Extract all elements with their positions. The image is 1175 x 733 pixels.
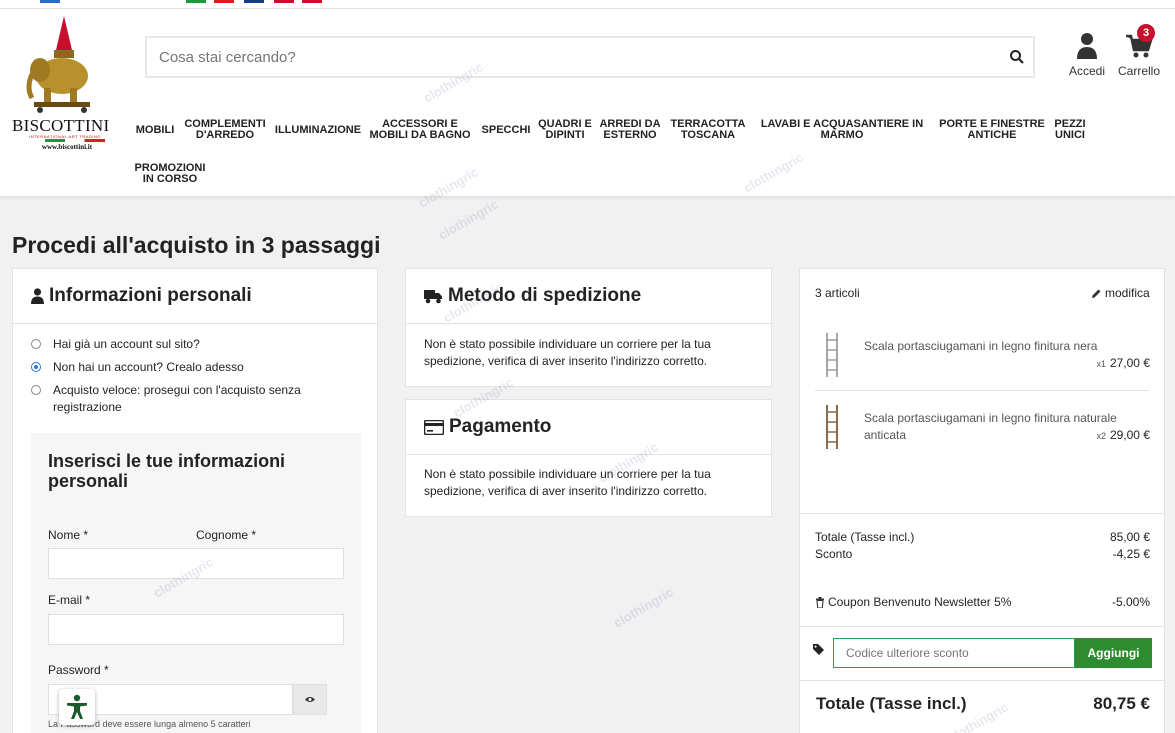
product-price: x2 29,00 € bbox=[1060, 428, 1150, 442]
account-label: Accedi bbox=[1068, 64, 1106, 78]
flag-icon[interactable] bbox=[186, 0, 206, 3]
radio-guest[interactable] bbox=[31, 385, 41, 395]
promo-code-input[interactable] bbox=[833, 638, 1075, 668]
name-label: Nome * bbox=[48, 528, 89, 542]
product-name[interactable]: Scala portasciugamani in legno finitura … bbox=[864, 338, 1134, 355]
ladder-natural-thumbnail bbox=[826, 405, 838, 449]
nav-item-lavabi[interactable]: LAVABI E ACQUASANTIERE IN MARMO bbox=[757, 119, 927, 141]
cart-count-badge: 3 bbox=[1137, 24, 1155, 42]
personal-info-header[interactable]: Informazioni personali bbox=[13, 269, 377, 324]
edit-cart-label: modifica bbox=[1105, 286, 1150, 300]
language-strip bbox=[0, 0, 1175, 9]
shipping-message: Non è stato possibile individuare un cor… bbox=[424, 337, 711, 368]
nav-item-terracotta[interactable]: TERRACOTTA TOSCANA bbox=[668, 119, 748, 141]
search-box bbox=[145, 36, 1035, 78]
eye-icon bbox=[305, 697, 315, 702]
coupon-label: Coupon Benvenuto Newsletter 5% bbox=[828, 595, 1012, 609]
nav-item-arredi-esterno[interactable]: ARREDI DA ESTERNO bbox=[597, 119, 663, 141]
personal-info-card: Informazioni personali Hai già un accoun… bbox=[12, 268, 378, 733]
flag-icon[interactable] bbox=[40, 0, 60, 3]
logo-name: BISCOTTINI bbox=[12, 116, 110, 135]
elephant-logo-icon bbox=[26, 16, 90, 113]
accessibility-button[interactable] bbox=[59, 689, 95, 725]
coupon-row: Coupon Benvenuto Newsletter 5% bbox=[815, 595, 1011, 609]
nav-item-illuminazione[interactable]: ILLUMINAZIONE bbox=[274, 125, 362, 136]
password-label: Password * bbox=[48, 663, 109, 677]
add-promo-button[interactable]: Aggiungi bbox=[1075, 638, 1152, 668]
trash-icon[interactable] bbox=[815, 596, 825, 608]
email-label: E-mail * bbox=[48, 593, 91, 607]
watermark: clothingric bbox=[610, 584, 676, 631]
coupon-value: -5.00% bbox=[1111, 595, 1150, 609]
accessibility-icon bbox=[67, 694, 87, 719]
subtotal-label: Totale (Tasse incl.) bbox=[815, 530, 915, 544]
product-price-value: 29,00 € bbox=[1109, 428, 1150, 442]
subtotal-value: 85,00 € bbox=[1109, 530, 1150, 544]
truck-icon bbox=[424, 289, 443, 304]
site-header: BISCOTTINI INTERNATIONAL ART TRADING www… bbox=[0, 9, 1175, 196]
page-title: Procedi all'acquisto in 3 passaggi bbox=[12, 232, 381, 258]
nav-item-pezzi-unici[interactable]: PEZZI UNICI bbox=[1053, 119, 1087, 141]
items-count: 3 articoli bbox=[815, 286, 860, 300]
logo-flag-bar bbox=[45, 139, 105, 142]
search-input[interactable] bbox=[147, 38, 987, 76]
divider bbox=[815, 390, 1149, 391]
divider bbox=[800, 513, 1164, 514]
product-price: x1 27,00 € bbox=[1060, 356, 1150, 370]
option-guest[interactable]: Acquisto veloce: prosegui con l'acquisto… bbox=[31, 382, 331, 416]
option-login[interactable]: Hai già un account sul sito? bbox=[31, 336, 351, 353]
total-value: 80,75 € bbox=[1093, 694, 1150, 713]
flag-icon[interactable] bbox=[244, 0, 264, 3]
credit-card-icon bbox=[424, 419, 444, 435]
nav-item-mobili[interactable]: MOBILI bbox=[135, 125, 175, 136]
site-logo[interactable]: BISCOTTINI INTERNATIONAL ART TRADING www… bbox=[10, 14, 120, 151]
option-login-label: Hai già un account sul sito? bbox=[53, 337, 200, 351]
watermark: clothingric bbox=[435, 196, 501, 243]
edit-cart-link[interactable]: modifica bbox=[1091, 286, 1150, 300]
option-register[interactable]: Non hai un account? Crealo adesso bbox=[31, 359, 351, 376]
option-guest-label: Acquisto veloce: prosegui con l'acquisto… bbox=[53, 383, 301, 414]
nav-item-complementi[interactable]: COMPLEMENTI D'ARREDO bbox=[182, 119, 268, 141]
user-icon bbox=[31, 288, 44, 304]
payment-message: Non è stato possibile individuare un cor… bbox=[424, 467, 711, 498]
cart-link[interactable]: Carrello 3 bbox=[1116, 24, 1162, 78]
registration-form: Inserisci le tue informazioni personali … bbox=[31, 433, 361, 733]
ladder-black-thumbnail bbox=[826, 333, 838, 377]
shipping-card: Metodo di spedizione Non è stato possibi… bbox=[405, 268, 772, 387]
form-title: Inserisci le tue informazioni personali bbox=[48, 451, 286, 491]
account-link[interactable]: Accedi bbox=[1068, 32, 1106, 78]
flag-icon[interactable] bbox=[214, 0, 234, 3]
tag-icon bbox=[813, 644, 824, 655]
cart-label: Carrello bbox=[1117, 64, 1160, 78]
search-icon[interactable] bbox=[1009, 49, 1025, 65]
option-register-label: Non hai un account? Crealo adesso bbox=[53, 360, 244, 374]
nav-item-quadri[interactable]: QUADRI E DIPINTI bbox=[538, 119, 592, 141]
divider bbox=[800, 680, 1164, 681]
flag-icon[interactable] bbox=[274, 0, 294, 3]
email-field[interactable] bbox=[48, 614, 344, 645]
total-label: Totale (Tasse incl.) bbox=[816, 694, 967, 713]
nav-item-porte[interactable]: PORTE E FINESTRE ANTICHE bbox=[938, 119, 1046, 141]
product-price-value: 27,00 € bbox=[1109, 356, 1150, 370]
nav-item-specchi[interactable]: SPECCHI bbox=[480, 125, 532, 136]
logo-url: www.biscottini.it bbox=[41, 143, 93, 151]
product-qty: x2 bbox=[1096, 431, 1106, 441]
discount-label: Sconto bbox=[815, 547, 853, 561]
user-icon bbox=[1077, 33, 1097, 59]
surname-label: Cognome * bbox=[196, 528, 257, 542]
discount-value: -4,25 € bbox=[1112, 547, 1150, 561]
divider bbox=[800, 626, 1164, 627]
show-password-button[interactable] bbox=[293, 684, 327, 715]
nav-item-accessori-bagno[interactable]: ACCESSORI E MOBILI DA BAGNO bbox=[369, 119, 471, 141]
payment-title: Pagamento bbox=[449, 416, 552, 437]
radio-register[interactable] bbox=[31, 362, 41, 372]
radio-login[interactable] bbox=[31, 339, 41, 349]
nav-item-promozioni[interactable]: PROMOZIONI IN CORSO bbox=[133, 163, 207, 185]
flag-icon[interactable] bbox=[302, 0, 322, 3]
personal-info-title: Informazioni personali bbox=[49, 285, 252, 306]
pencil-icon bbox=[1092, 289, 1101, 298]
product-qty: x1 bbox=[1096, 359, 1106, 369]
